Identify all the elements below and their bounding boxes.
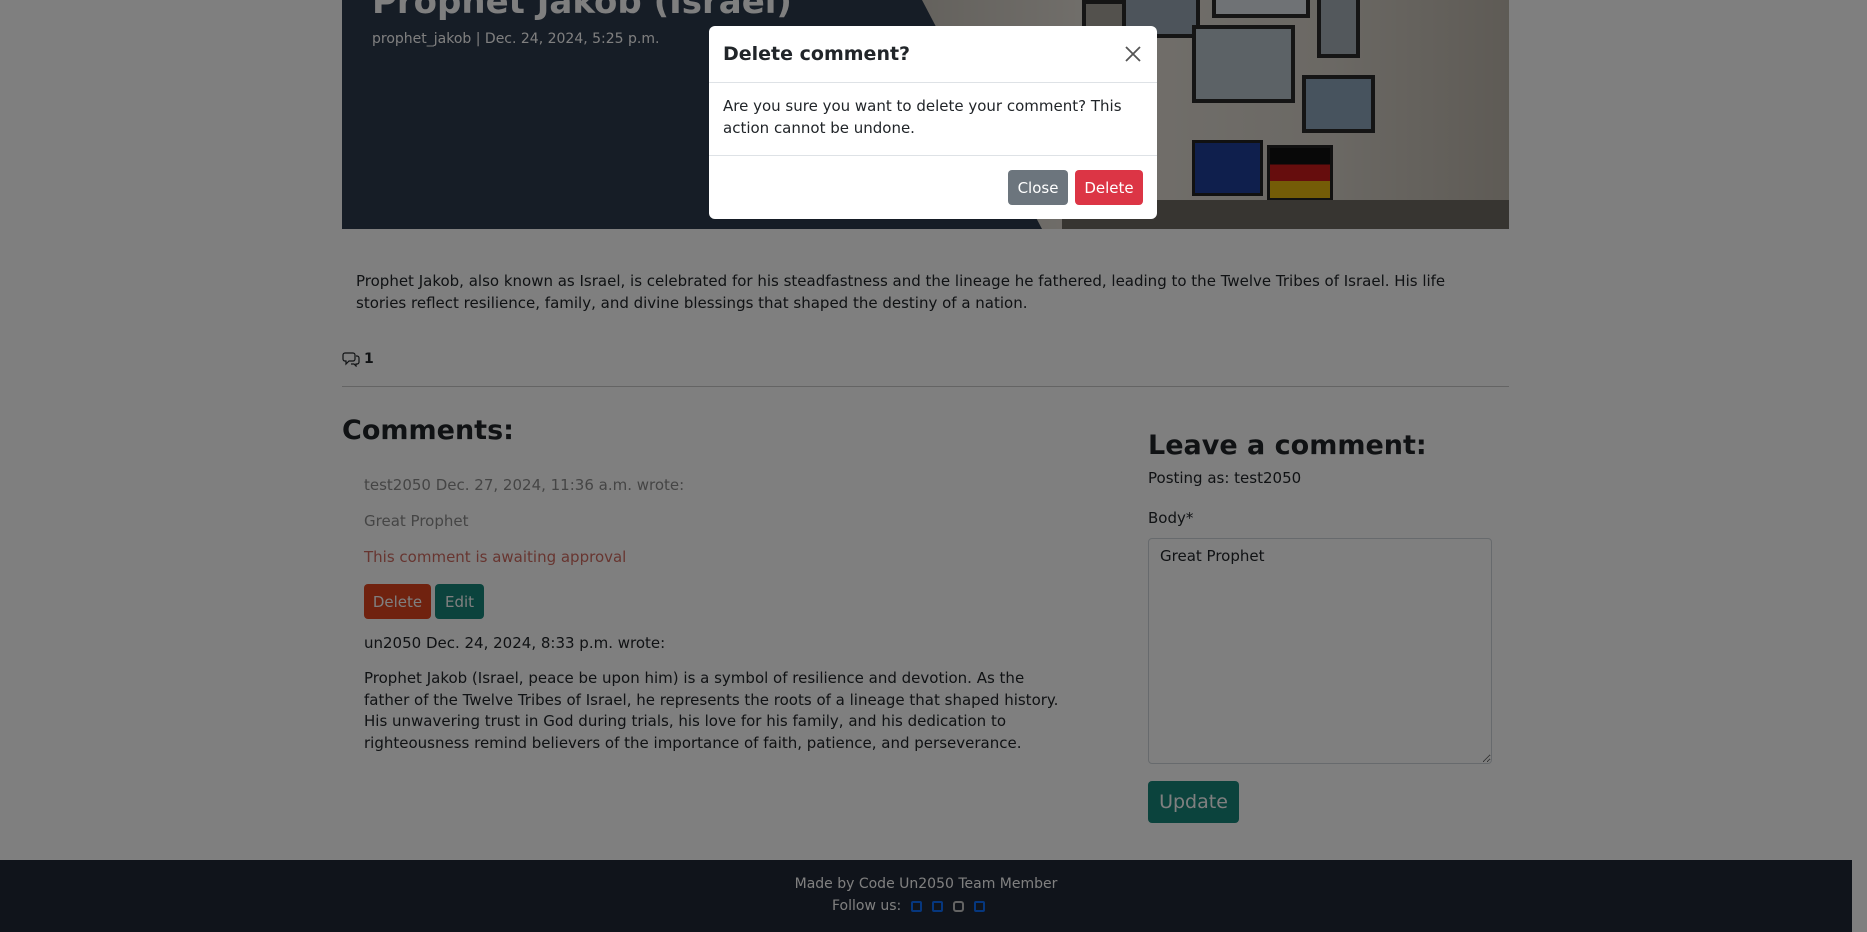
modal-divider — [709, 155, 1157, 156]
page: Prophet Jakob (Israel) prophet_jakob | D… — [0, 0, 1867, 932]
modal-title: Delete comment? — [723, 43, 911, 65]
modal-delete-button[interactable]: Delete — [1075, 170, 1143, 205]
delete-comment-modal: Delete comment? Are you sure you want to… — [709, 26, 1157, 219]
modal-divider — [709, 82, 1157, 83]
modal-close-button[interactable]: Close — [1008, 170, 1068, 205]
modal-body: Are you sure you want to delete your com… — [723, 97, 1122, 137]
close-icon[interactable] — [1123, 44, 1143, 64]
